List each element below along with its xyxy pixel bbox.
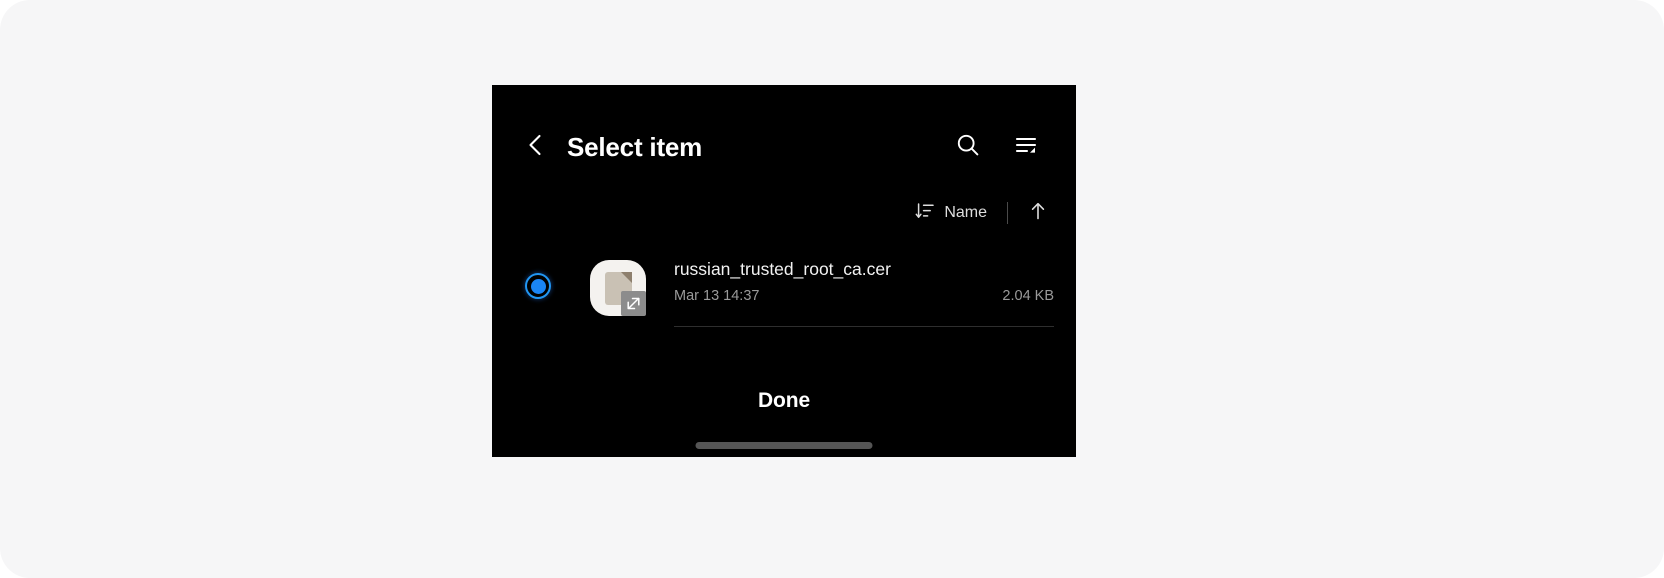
back-button[interactable] xyxy=(516,127,556,167)
row-selection-radio[interactable] xyxy=(521,269,555,303)
file-name: russian_trusted_root_ca.cer xyxy=(674,259,891,279)
search-button[interactable] xyxy=(947,126,989,168)
home-gesture-pill[interactable] xyxy=(695,442,873,449)
arrow-up-icon xyxy=(1027,200,1049,227)
page-canvas: Select item Name russian_trusted_root_ca… xyxy=(0,0,1664,578)
chevron-left-icon xyxy=(523,132,549,163)
radio-selected-icon xyxy=(525,273,551,299)
search-icon xyxy=(954,131,982,164)
sort-bar: Name xyxy=(909,195,1054,231)
file-meta: Mar 13 14:37 2.04 KB xyxy=(674,285,1054,307)
file-icon-fold xyxy=(621,272,632,283)
sort-field-button[interactable]: Name xyxy=(909,195,993,231)
sort-descending-icon xyxy=(915,201,935,226)
file-date: Mar 13 14:37 xyxy=(674,288,760,304)
sort-direction-button[interactable] xyxy=(1022,196,1054,230)
app-header: Select item xyxy=(492,115,1076,181)
done-button[interactable]: Done xyxy=(732,381,836,421)
file-size: 2.04 KB xyxy=(1002,288,1054,304)
list-view-icon xyxy=(1012,131,1040,164)
view-mode-button[interactable] xyxy=(1005,126,1047,168)
bottom-action-bar: Done xyxy=(492,373,1076,429)
radio-inner-dot xyxy=(530,278,546,294)
file-list: russian_trusted_root_ca.cer Mar 13 14:37… xyxy=(492,245,1076,327)
phone-screenshot-panel: Select item Name russian_trusted_root_ca… xyxy=(492,85,1076,457)
row-divider xyxy=(674,326,1054,327)
sort-divider xyxy=(1007,202,1008,224)
sort-field-label: Name xyxy=(944,204,987,221)
certificate-file-icon xyxy=(590,260,646,316)
file-icon-badge xyxy=(621,291,646,316)
file-row-text: russian_trusted_root_ca.cer Mar 13 14:37… xyxy=(674,257,1054,315)
file-list-item[interactable]: russian_trusted_root_ca.cer Mar 13 14:37… xyxy=(492,245,1076,327)
page-title: Select item xyxy=(567,132,703,162)
